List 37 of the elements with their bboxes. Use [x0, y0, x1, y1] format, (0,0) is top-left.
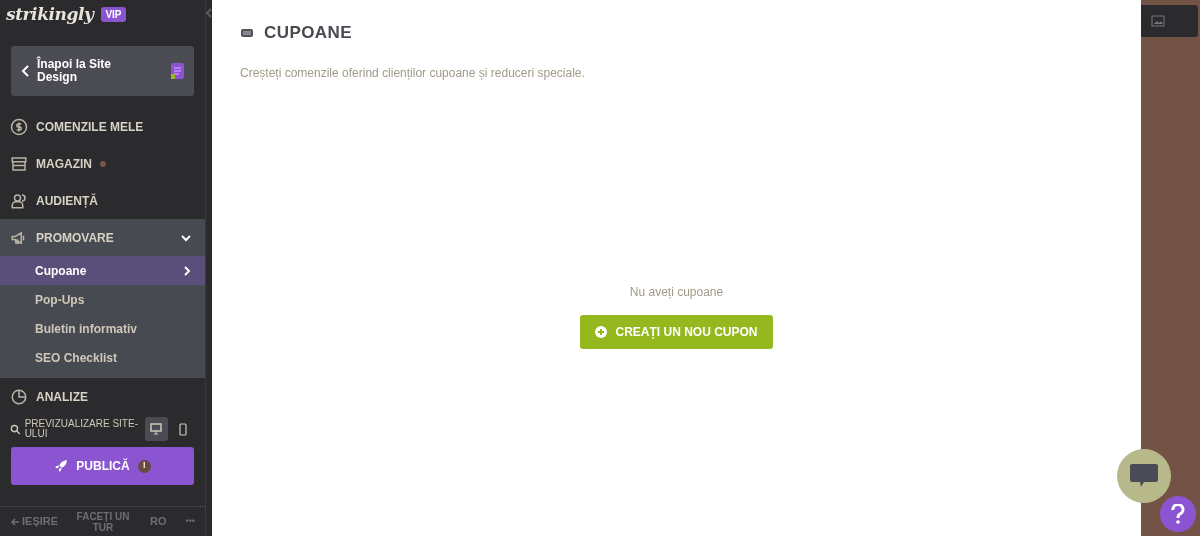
image-icon[interactable] — [1151, 15, 1165, 27]
desktop-button[interactable] — [144, 417, 168, 441]
mobile-icon — [179, 422, 188, 436]
desktop-icon — [150, 423, 163, 435]
alert-badge: ! — [137, 459, 151, 473]
submenu-item[interactable]: Cupoane — [0, 256, 205, 285]
page-description: Creșteți comenzile oferind clienților cupoane și reduceri speciale. — [240, 64, 586, 82]
back-button[interactable]: Înapoi la Site Design — [11, 46, 194, 96]
page-title: CUPOANE — [264, 22, 352, 44]
rocket-icon — [54, 459, 69, 473]
search-icon — [10, 423, 21, 435]
vip-badge: VIP — [101, 7, 126, 22]
ticket-icon — [240, 27, 254, 38]
logo: strikingly — [6, 2, 94, 26]
nav-item[interactable]: COMENZILE MELE — [0, 108, 205, 145]
publish-button[interactable]: PUBLICĂ ! — [11, 447, 194, 485]
users-icon — [10, 191, 28, 210]
chevron-right-icon — [183, 265, 191, 276]
nav-item[interactable]: ANALIZE — [0, 378, 205, 415]
empty-message: Nu aveți cupoane — [629, 283, 724, 301]
help-button[interactable] — [1160, 496, 1196, 532]
nav-item[interactable]: AUDIENȚĂ — [0, 182, 205, 219]
arrow-left-icon — [10, 516, 20, 527]
preview-label: PREVIZUALIZARE SITE-ULUI — [24, 419, 139, 439]
nav-item[interactable]: PROMOVARE — [0, 219, 205, 256]
store-icon — [10, 154, 28, 173]
question-mark-icon — [1171, 504, 1185, 524]
chevron-down-icon — [181, 233, 191, 242]
pie-chart-icon — [10, 387, 28, 406]
chevron-left-icon — [21, 65, 31, 77]
submenu-item[interactable]: Buletin informativ — [0, 314, 205, 343]
submenu-item[interactable]: SEO Checklist — [0, 343, 205, 372]
submenu-item[interactable]: Pop-Ups — [0, 285, 205, 314]
document-icon — [171, 63, 184, 79]
nav-item[interactable]: MAGAZIN — [0, 145, 205, 182]
plus-circle-icon — [595, 325, 608, 338]
dollar-icon — [10, 117, 28, 136]
